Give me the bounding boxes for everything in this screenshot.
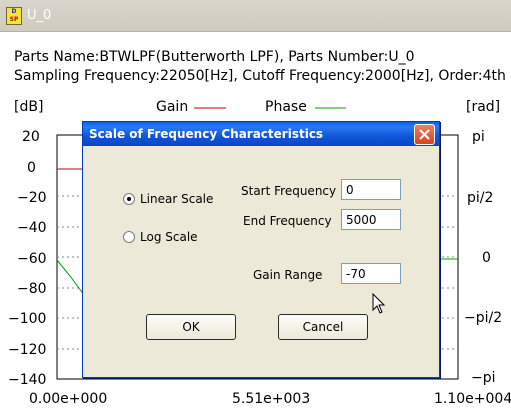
close-button[interactable] [414,124,435,145]
start-frequency-field[interactable]: 0 [341,179,401,200]
left-tick-label: −20 [17,190,47,206]
start-frequency-label: Start Frequency [241,184,337,198]
left-tick-label: −40 [17,220,47,236]
legend-gain-label: Gain [156,99,189,115]
left-tick-label: −140 [8,372,47,388]
end-frequency-label: End Frequency [243,214,332,228]
right-tick-label: −pi/2 [464,310,503,326]
log-scale-option[interactable]: Log Scale [123,230,198,244]
x-tick-label: 5.51e+003 [232,391,311,407]
right-tick-label: −pi [471,370,496,386]
ok-button[interactable]: OK [146,314,236,340]
right-axis-unit: [rad] [466,99,501,115]
phase-series-line-left [56,259,85,296]
left-tick-label: 20 [22,129,40,145]
dialog-title: Scale of Frequency Characteristics [89,127,324,141]
legend-phase-label: Phase [265,99,307,115]
log-scale-label: Log Scale [140,230,198,244]
linear-scale-label: Linear Scale [140,192,214,206]
dialog-title-bar[interactable]: Scale of Frequency Characteristics [83,122,439,146]
scale-dialog: Scale of Frequency Characteristics Linea… [82,121,440,378]
gain-range-label: Gain Range [253,268,323,282]
end-frequency-field[interactable]: 5000 [341,209,401,230]
linear-scale-option[interactable]: Linear Scale [123,192,213,206]
close-icon [419,129,430,140]
left-tick-label: −100 [8,311,47,327]
left-axis-unit: [dB] [14,99,44,115]
gain-range-field[interactable]: -70 [341,263,401,284]
right-tick-label: pi [472,129,485,145]
left-tick-label: 0 [27,160,36,176]
x-tick-label: 0.00e+000 [29,391,108,407]
left-tick-label: −80 [17,281,47,297]
cancel-button[interactable]: Cancel [278,314,368,340]
log-scale-radio[interactable] [123,231,135,243]
mouse-pointer-icon [372,293,386,314]
x-tick-label: 1.10e+004 [434,391,511,407]
left-tick-label: −120 [8,342,47,358]
linear-scale-radio[interactable] [123,193,135,205]
right-tick-label: pi/2 [467,190,494,206]
right-tick-label: 0 [482,250,491,266]
left-tick-label: −60 [17,251,47,267]
